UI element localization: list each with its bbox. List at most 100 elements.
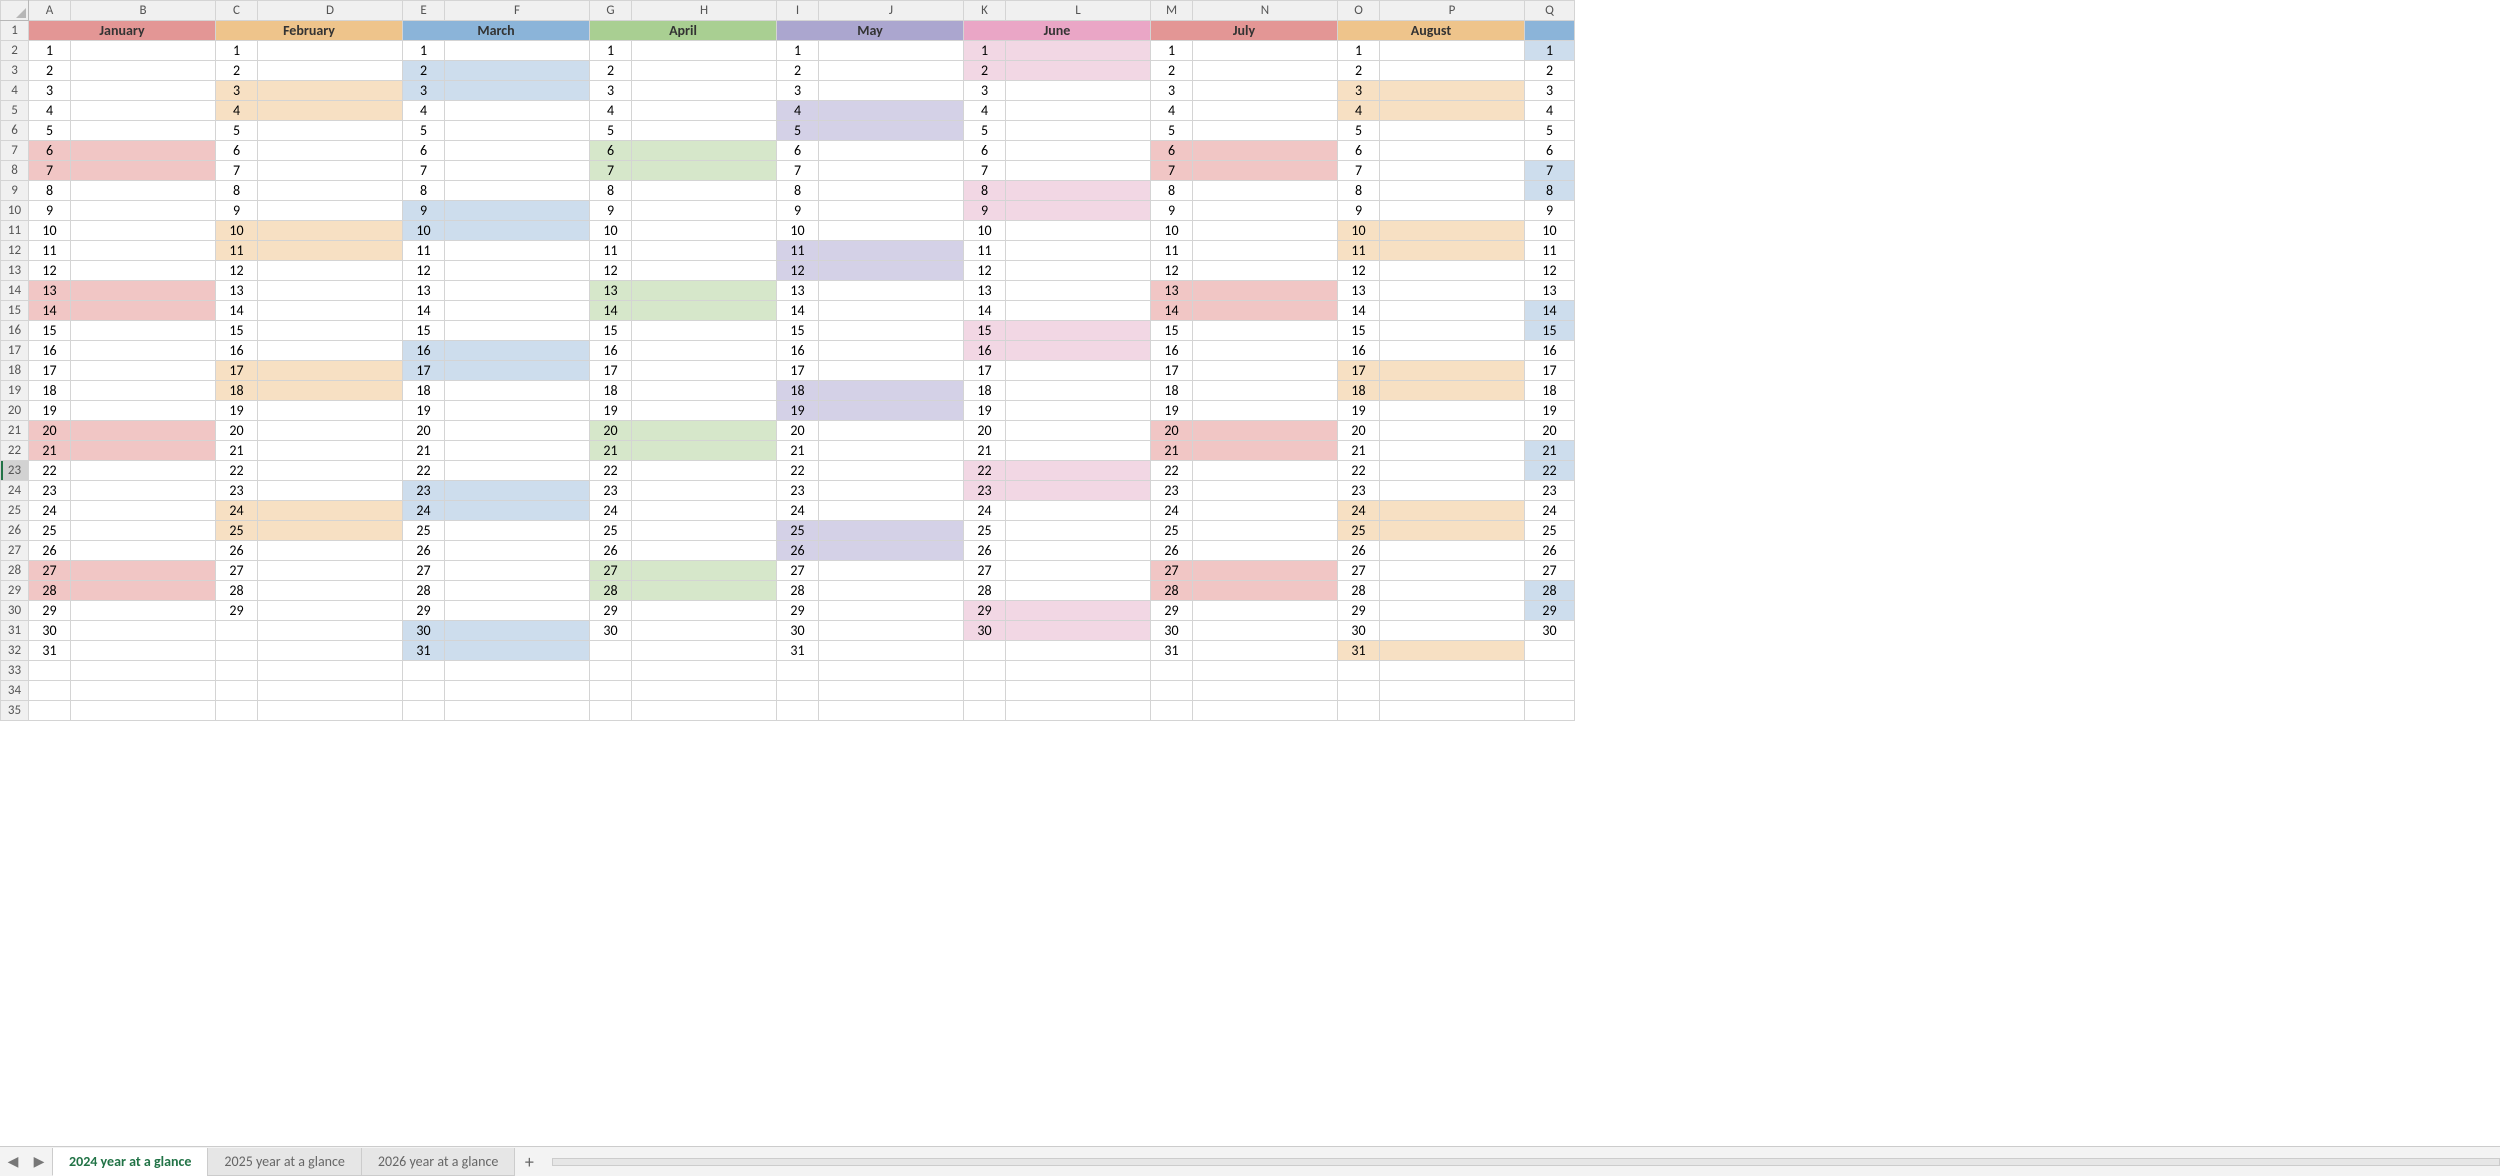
day-event-cell[interactable] [632, 121, 777, 141]
day-number-cell[interactable]: 20 [1338, 421, 1380, 441]
day-number-cell[interactable] [964, 681, 1006, 701]
row-header[interactable]: 33 [1, 661, 29, 681]
day-event-cell[interactable] [445, 501, 590, 521]
day-event-cell[interactable] [1380, 181, 1525, 201]
day-event-cell[interactable] [258, 621, 403, 641]
day-number-cell[interactable] [1151, 661, 1193, 681]
day-number-cell[interactable]: 15 [403, 321, 445, 341]
day-event-cell[interactable] [258, 561, 403, 581]
day-number-cell[interactable]: 29 [590, 601, 632, 621]
day-event-cell[interactable] [258, 501, 403, 521]
day-number-cell[interactable]: 16 [403, 341, 445, 361]
day-number-cell[interactable]: 21 [1525, 441, 1575, 461]
day-event-cell[interactable] [71, 441, 216, 461]
day-number-cell[interactable]: 27 [1151, 561, 1193, 581]
day-event-cell[interactable] [71, 81, 216, 101]
day-event-cell[interactable] [1006, 341, 1151, 361]
day-number-cell[interactable]: 1 [777, 41, 819, 61]
sheet-tab[interactable]: 2025 year at a glance [207, 1148, 361, 1176]
day-number-cell[interactable]: 1 [216, 41, 258, 61]
day-number-cell[interactable]: 4 [1151, 101, 1193, 121]
day-number-cell[interactable]: 3 [1151, 81, 1193, 101]
day-number-cell[interactable]: 22 [964, 461, 1006, 481]
day-number-cell[interactable]: 15 [590, 321, 632, 341]
day-number-cell[interactable]: 1 [590, 41, 632, 61]
day-number-cell[interactable]: 27 [590, 561, 632, 581]
day-number-cell[interactable]: 30 [29, 621, 71, 641]
day-event-cell[interactable] [71, 261, 216, 281]
day-event-cell[interactable] [258, 681, 403, 701]
day-event-cell[interactable] [258, 521, 403, 541]
day-number-cell[interactable]: 4 [590, 101, 632, 121]
day-number-cell[interactable]: 1 [964, 41, 1006, 61]
column-header[interactable]: H [632, 1, 777, 21]
day-event-cell[interactable] [819, 101, 964, 121]
day-event-cell[interactable] [1193, 561, 1338, 581]
day-number-cell[interactable]: 9 [964, 201, 1006, 221]
day-number-cell[interactable]: 23 [1151, 481, 1193, 501]
day-event-cell[interactable] [1380, 361, 1525, 381]
column-header[interactable]: C [216, 1, 258, 21]
day-event-cell[interactable] [1193, 41, 1338, 61]
row-header[interactable]: 27 [1, 541, 29, 561]
day-number-cell[interactable]: 16 [1151, 341, 1193, 361]
day-event-cell[interactable] [1006, 561, 1151, 581]
day-number-cell[interactable]: 19 [1525, 401, 1575, 421]
day-number-cell[interactable]: 6 [1151, 141, 1193, 161]
day-event-cell[interactable] [445, 681, 590, 701]
row-header[interactable]: 6 [1, 121, 29, 141]
day-event-cell[interactable] [71, 521, 216, 541]
day-event-cell[interactable] [1193, 681, 1338, 701]
day-number-cell[interactable]: 10 [1338, 221, 1380, 241]
day-number-cell[interactable]: 18 [777, 381, 819, 401]
day-number-cell[interactable]: 21 [216, 441, 258, 461]
day-number-cell[interactable]: 18 [29, 381, 71, 401]
day-number-cell[interactable]: 12 [1525, 261, 1575, 281]
day-number-cell[interactable]: 25 [1338, 521, 1380, 541]
day-event-cell[interactable] [1193, 701, 1338, 721]
day-number-cell[interactable]: 20 [777, 421, 819, 441]
day-event-cell[interactable] [445, 701, 590, 721]
day-number-cell[interactable] [29, 681, 71, 701]
day-event-cell[interactable] [1006, 61, 1151, 81]
day-event-cell[interactable] [819, 321, 964, 341]
day-event-cell[interactable] [1380, 61, 1525, 81]
day-event-cell[interactable] [1193, 261, 1338, 281]
day-number-cell[interactable]: 10 [1525, 221, 1575, 241]
day-number-cell[interactable]: 23 [590, 481, 632, 501]
day-event-cell[interactable] [1193, 401, 1338, 421]
day-event-cell[interactable] [71, 701, 216, 721]
day-number-cell[interactable]: 1 [1338, 41, 1380, 61]
day-event-cell[interactable] [71, 461, 216, 481]
day-number-cell[interactable]: 17 [777, 361, 819, 381]
day-event-cell[interactable] [1380, 261, 1525, 281]
day-event-cell[interactable] [445, 481, 590, 501]
day-event-cell[interactable] [1193, 661, 1338, 681]
day-event-cell[interactable] [71, 561, 216, 581]
day-event-cell[interactable] [445, 81, 590, 101]
day-number-cell[interactable]: 9 [1338, 201, 1380, 221]
day-number-cell[interactable]: 9 [216, 201, 258, 221]
day-event-cell[interactable] [1006, 541, 1151, 561]
day-event-cell[interactable] [632, 341, 777, 361]
day-event-cell[interactable] [258, 81, 403, 101]
row-header[interactable]: 22 [1, 441, 29, 461]
day-event-cell[interactable] [819, 161, 964, 181]
day-number-cell[interactable]: 7 [1151, 161, 1193, 181]
day-number-cell[interactable]: 5 [964, 121, 1006, 141]
day-number-cell[interactable]: 15 [216, 321, 258, 341]
day-number-cell[interactable]: 22 [403, 461, 445, 481]
day-event-cell[interactable] [819, 81, 964, 101]
day-event-cell[interactable] [632, 281, 777, 301]
day-event-cell[interactable] [632, 601, 777, 621]
day-number-cell[interactable]: 29 [1525, 601, 1575, 621]
day-number-cell[interactable]: 19 [964, 401, 1006, 421]
day-event-cell[interactable] [445, 341, 590, 361]
day-event-cell[interactable] [1193, 441, 1338, 461]
day-event-cell[interactable] [258, 641, 403, 661]
day-event-cell[interactable] [1193, 181, 1338, 201]
day-number-cell[interactable]: 28 [1151, 581, 1193, 601]
day-event-cell[interactable] [1006, 41, 1151, 61]
day-event-cell[interactable] [1380, 581, 1525, 601]
day-event-cell[interactable] [632, 181, 777, 201]
